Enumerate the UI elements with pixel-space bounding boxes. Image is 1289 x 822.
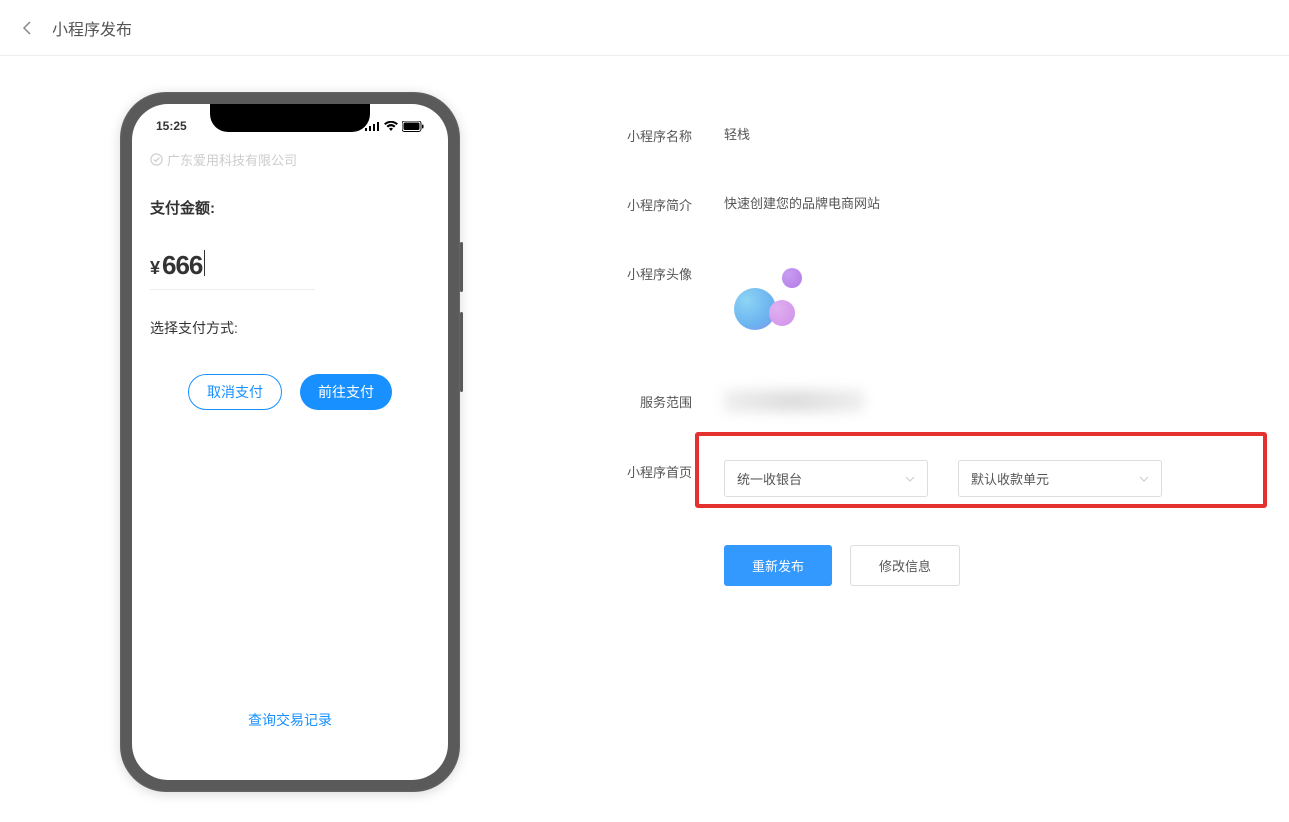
avatar-label: 小程序头像 — [580, 262, 692, 283]
name-value: 轻栈 — [692, 124, 750, 143]
company-name: 广东爱用科技有限公司 — [167, 150, 297, 169]
records-link[interactable]: 查询交易记录 — [132, 710, 448, 730]
avatar-image — [724, 262, 814, 342]
chevron-down-icon — [1139, 476, 1149, 482]
service-label: 服务范围 — [580, 390, 692, 411]
phone-notch — [210, 104, 370, 132]
chevron-down-icon — [905, 476, 915, 482]
select-value: 统一收银台 — [737, 469, 802, 488]
desc-label: 小程序简介 — [580, 193, 692, 214]
homepage-select-1[interactable]: 统一收银台 — [724, 460, 928, 497]
page-title: 小程序发布 — [52, 16, 132, 40]
homepage-label: 小程序首页 — [580, 460, 692, 481]
currency-symbol: ¥ — [150, 258, 160, 279]
wifi-icon — [384, 121, 398, 131]
go-pay-button[interactable]: 前往支付 — [300, 374, 392, 410]
amount-field[interactable]: ¥ 666 — [150, 248, 315, 290]
homepage-select-2[interactable]: 默认收款单元 — [958, 460, 1162, 497]
edit-info-button[interactable]: 修改信息 — [850, 545, 960, 586]
pay-amount-label: 支付金额: — [150, 197, 430, 218]
desc-value: 快速创建您的品牌电商网站 — [692, 193, 880, 212]
amount-value: 666 — [162, 250, 202, 281]
verified-icon — [150, 153, 163, 166]
republish-button[interactable]: 重新发布 — [724, 545, 832, 586]
select-value: 默认收款单元 — [971, 469, 1049, 488]
cancel-pay-button[interactable]: 取消支付 — [188, 374, 282, 410]
status-time: 15:25 — [156, 119, 187, 133]
phone-mockup: 15:25 广东爱用科技有限公司 支付金额: ¥ 666 — [120, 92, 460, 792]
select-pay-label: 选择支付方式: — [150, 318, 430, 338]
battery-icon — [402, 121, 424, 132]
name-label: 小程序名称 — [580, 124, 692, 145]
service-value-blurred — [724, 390, 864, 412]
back-arrow-icon[interactable] — [20, 20, 36, 36]
status-icons — [365, 121, 424, 132]
